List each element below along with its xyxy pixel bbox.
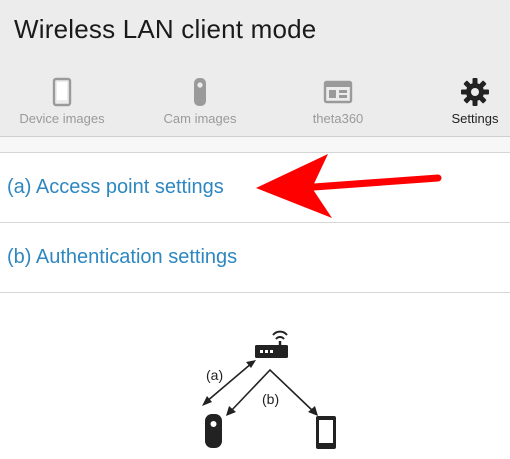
label-a: (a)	[206, 367, 223, 383]
list-divider	[0, 137, 510, 153]
camera-icon	[194, 78, 206, 106]
router-icon	[255, 330, 288, 358]
camera-icon	[205, 414, 222, 448]
page-title: Wireless LAN client mode	[14, 14, 317, 44]
network-diagram: (a) (b)	[180, 318, 350, 454]
tab-label: Cam images	[163, 111, 237, 126]
tab-bar: Device images Cam images theta360 Settin…	[0, 72, 510, 134]
window-icon	[323, 80, 353, 104]
menu-item-label: (b) Authentication settings	[7, 246, 238, 268]
app-header: Wireless LAN client mode Device images C…	[0, 0, 510, 137]
menu-item-label: (a) Access point settings	[7, 176, 224, 198]
tab-cam-images[interactable]: Cam images	[138, 72, 262, 134]
tab-theta360[interactable]: theta360	[276, 72, 400, 134]
label-b: (b)	[262, 391, 279, 407]
access-point-settings-item[interactable]: (a) Access point settings	[0, 153, 510, 223]
tab-device-images[interactable]: Device images	[0, 72, 124, 134]
tab-label: theta360	[312, 111, 364, 126]
phone-icon	[52, 77, 72, 107]
authentication-settings-item[interactable]: (b) Authentication settings	[0, 223, 510, 293]
gear-icon	[461, 78, 489, 106]
tab-settings[interactable]: Settings	[436, 72, 510, 134]
smartphone-icon	[316, 416, 336, 449]
tab-label: Settings	[451, 111, 499, 126]
tab-label: Device images	[19, 111, 105, 126]
diagram-graphic: (a) (b)	[202, 330, 336, 449]
